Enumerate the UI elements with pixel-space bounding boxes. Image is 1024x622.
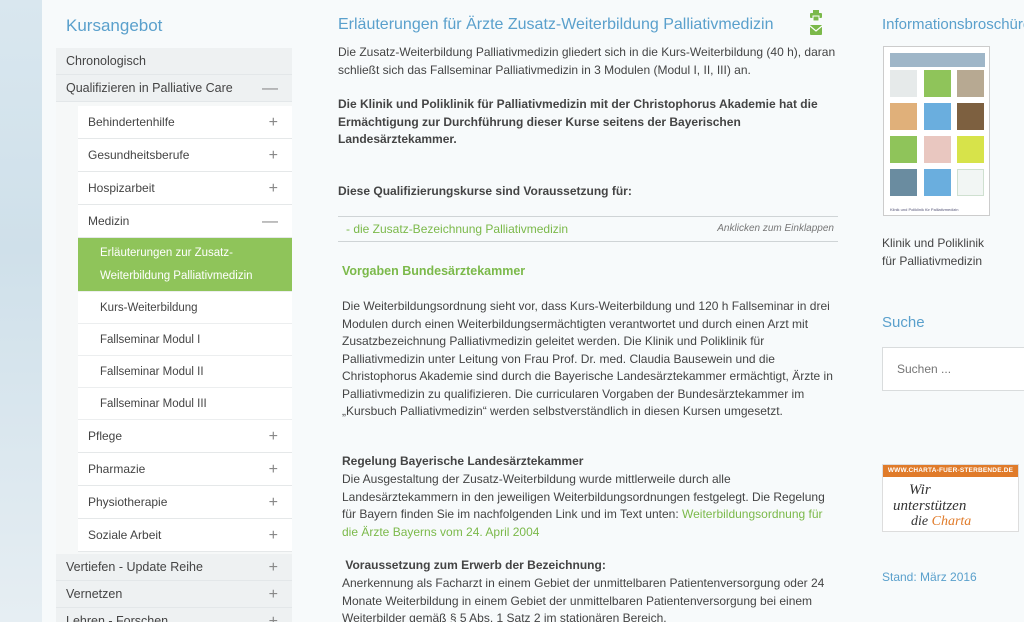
expand-icon[interactable]: + [269, 420, 278, 453]
submenu-item-label: Gesundheitsberufe [88, 148, 190, 162]
brochure-tile [890, 103, 917, 130]
sidebar: Kursangebot Chronologisch Qualifizieren … [42, 0, 292, 622]
page-title: Erläuterungen für Ärzte Zusatz-Weiterbil… [338, 16, 774, 33]
brochure-caption: Klinik und Poliklinik für Palliativmediz… [890, 207, 959, 212]
expand-icon[interactable]: + [269, 139, 278, 172]
page: Kursangebot Chronologisch Qualifizieren … [42, 0, 1024, 622]
brochure-title: Informationsbroschüre [882, 16, 1024, 33]
brochure-image[interactable]: Klinik und Poliklinik für Palliativmediz… [883, 46, 990, 216]
vorgaben-heading: Vorgaben Bundesärztekammer [342, 264, 526, 278]
submenu-item-medizin[interactable]: Medizin — [78, 205, 292, 238]
submenu-item-soziale-arbeit[interactable]: Soziale Arbeit + [78, 519, 292, 552]
charta-url: WWW.CHARTA-FUER-STERBENDE.DE [883, 465, 1018, 477]
brochure-tile [924, 103, 951, 130]
regelung-heading: Regelung Bayerische Landesärztekammer [342, 454, 584, 468]
submenu-item-label: Behindertenhilfe [88, 115, 175, 129]
expand-icon[interactable]: + [269, 519, 278, 552]
intro-text: Die Zusatz-Weiterbildung Palliativmedizi… [338, 45, 836, 77]
expand-icon[interactable]: + [269, 486, 278, 519]
charta-banner[interactable]: WWW.CHARTA-FUER-STERBENDE.DE Wir unterst… [882, 464, 1019, 532]
submenu-item-physiotherapie[interactable]: Physiotherapie + [78, 486, 292, 519]
submenu-item-erlaeuterungen[interactable]: Erläuterungen zur Zusatz-Weiterbildung P… [78, 238, 292, 292]
submenu-medizin: Erläuterungen zur Zusatz-Weiterbildung P… [78, 238, 292, 420]
submenu-item-fallseminar-3[interactable]: Fallseminar Modul III [78, 388, 292, 420]
submenu-item-label: Physiotherapie [88, 495, 168, 509]
submenu-item-label: Medizin [88, 214, 130, 228]
charta-line-1: Wir [909, 482, 931, 498]
vorgaben-text: Die Weiterbildungsordnung sieht vor, das… [342, 299, 833, 418]
brochure-header-bar [890, 53, 985, 67]
submenu-item-fallseminar-1[interactable]: Fallseminar Modul I [78, 324, 292, 356]
expand-icon[interactable]: + [269, 172, 278, 205]
voraussetzung-text: Anerkennung als Facharzt in einem Gebiet… [342, 576, 825, 622]
expand-icon[interactable]: + [269, 554, 278, 581]
sidebar-menu: Chronologisch Qualifizieren in Palliativ… [56, 48, 292, 622]
menu-item-label: Lehren - Forschen [66, 614, 169, 622]
stand-date: Stand: März 2016 [882, 570, 977, 584]
expand-icon[interactable]: + [269, 608, 278, 622]
charta-word: Charta [931, 514, 972, 529]
brochure-tile [890, 136, 917, 163]
submenu-item-hospizarbeit[interactable]: Hospizarbeit + [78, 172, 292, 205]
submenu-item-label: Pflege [88, 429, 123, 443]
submenu-item-label: Hospizarbeit [88, 181, 155, 195]
menu-item-label: Vernetzen [66, 587, 123, 601]
prereq-heading: Diese Qualifizierungskurse sind Vorausse… [338, 184, 632, 198]
accordion-title: - die Zusatz-Bezeichnung Palliativmedizi… [346, 222, 569, 236]
expand-icon[interactable]: + [269, 106, 278, 139]
collapse-icon[interactable]: — [262, 205, 278, 238]
submenu-item-behindertenhilfe[interactable]: Behindertenhilfe + [78, 106, 292, 139]
menu-item-qualifizieren[interactable]: Qualifizieren in Palliative Care — [56, 75, 292, 102]
brochure-tile [957, 70, 984, 97]
menu-item-chronologisch[interactable]: Chronologisch [56, 48, 292, 75]
brochure-tile [924, 169, 951, 196]
search-title: Suche [882, 314, 925, 331]
brochure-tile [957, 169, 984, 196]
submenu-item-pharmazie[interactable]: Pharmazie + [78, 453, 292, 486]
collapse-icon[interactable]: — [262, 75, 278, 102]
accordion-header[interactable]: - die Zusatz-Bezeichnung Palliativmedizi… [338, 216, 838, 242]
menu-item-label: Chronologisch [66, 54, 146, 68]
menu-item-lehren-forschen[interactable]: Lehren - Forschen + [56, 608, 292, 622]
submenu-qualifizieren: Behindertenhilfe + Gesundheitsberufe + H… [56, 102, 292, 554]
accordion-hint: Anklicken zum Einklappen [717, 223, 834, 234]
bold-intro-text: Die Klinik und Poliklinik für Palliativm… [338, 97, 818, 146]
submenu-item-pflege[interactable]: Pflege + [78, 420, 292, 453]
submenu-item-kurs-weiterbildung[interactable]: Kurs-Weiterbildung [78, 292, 292, 324]
brochure-tile [957, 136, 984, 163]
charta-line-3a: die [911, 514, 932, 529]
mail-icon[interactable] [809, 24, 823, 38]
brochure-tile [890, 70, 917, 97]
submenu-item-label: Pharmazie [88, 462, 146, 476]
sidebar-title: Kursangebot [66, 16, 163, 35]
submenu-item-label: Soziale Arbeit [88, 528, 162, 542]
charta-line-2: unterstützen [893, 498, 967, 514]
brochure-tile [957, 103, 984, 130]
menu-item-label: Vertiefen - Update Reihe [66, 560, 203, 574]
brochure-text-line: Klinik und Poliklinik [882, 236, 985, 250]
submenu-item-fallseminar-2[interactable]: Fallseminar Modul II [78, 356, 292, 388]
page-tools [802, 10, 838, 38]
expand-icon[interactable]: + [269, 581, 278, 608]
charta-line-3: die Charta [911, 514, 971, 530]
menu-item-vertiefen[interactable]: Vertiefen - Update Reihe + [56, 554, 292, 581]
brochure-text-line: für Palliativmedizin [882, 254, 983, 268]
brochure-tile [924, 70, 951, 97]
expand-icon[interactable]: + [269, 453, 278, 486]
submenu-item-gesundheitsberufe[interactable]: Gesundheitsberufe + [78, 139, 292, 172]
voraussetzung-heading: Voraussetzung zum Erwerb der Bezeichnung… [342, 558, 606, 572]
menu-item-label: Qualifizieren in Palliative Care [66, 81, 233, 95]
menu-item-vernetzen[interactable]: Vernetzen + [56, 581, 292, 608]
brochure-tile [890, 169, 917, 196]
regelung-text: Die Ausgestaltung der Zusatz-Weiterbildu… [342, 471, 838, 541]
search-input[interactable] [882, 347, 1024, 391]
print-icon[interactable] [810, 10, 822, 24]
brochure-tile [924, 136, 951, 163]
brochure-text: Klinik und Poliklinik für Palliativmediz… [882, 234, 984, 270]
